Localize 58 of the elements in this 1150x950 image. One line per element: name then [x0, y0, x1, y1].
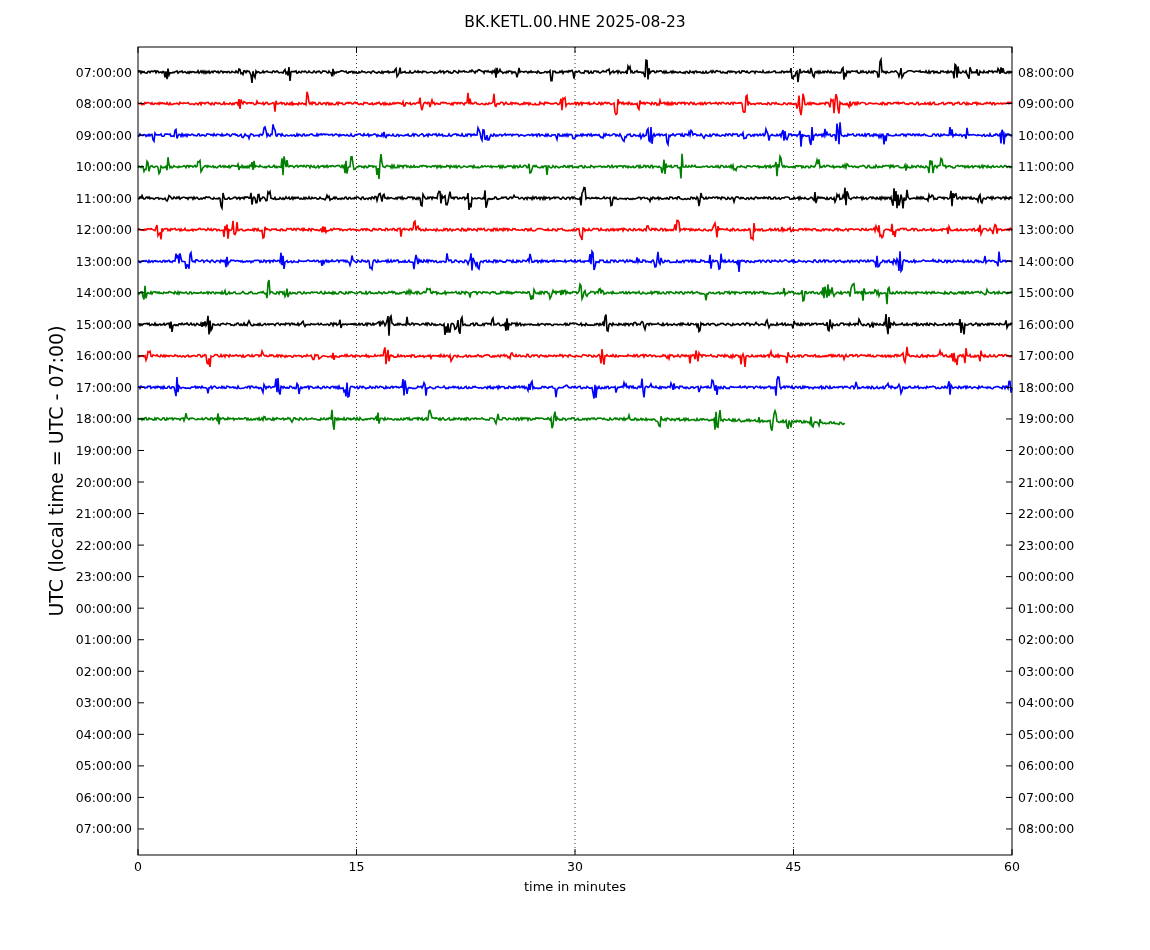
right-y-tick-label: 04:00:00: [1018, 695, 1075, 711]
right-y-tick-label: 12:00:00: [1018, 190, 1075, 206]
right-y-tick-label: 11:00:00: [1018, 159, 1075, 175]
y-tick-label: 10:00:00: [75, 159, 132, 175]
y-tick-label: 14:00:00: [75, 285, 132, 301]
x-axis-label: time in minutes: [523, 879, 627, 894]
y-tick-label: 11:00:00: [75, 190, 132, 206]
y-tick-label: 06:00:00: [75, 789, 132, 805]
x-tick-label: 15: [348, 859, 365, 874]
right-y-tick-label: 18:00:00: [1018, 379, 1075, 395]
right-y-tick-label: 05:00:00: [1018, 726, 1075, 742]
right-y-tick-label: 01:00:00: [1018, 600, 1075, 616]
y-tick-label: 22:00:00: [75, 537, 132, 553]
y-tick-label: 23:00:00: [75, 569, 132, 585]
x-tick-label: 0: [134, 859, 142, 874]
y-tick-label: 15:00:00: [75, 316, 132, 332]
y-tick-label: 04:00:00: [75, 726, 132, 742]
y-tick-label: 12:00:00: [75, 222, 132, 238]
y-tick-label: 09:00:00: [75, 127, 132, 143]
right-y-tick-label: 22:00:00: [1018, 506, 1075, 522]
y-tick-label: 18:00:00: [75, 411, 132, 427]
y-tick-label: 08:00:00: [75, 96, 132, 112]
y-tick-label: 21:00:00: [75, 506, 132, 522]
y-tick-label: 13:00:00: [75, 253, 132, 269]
x-tick-label: 60: [1004, 859, 1020, 874]
right-y-tick-label: 17:00:00: [1018, 348, 1075, 364]
right-y-tick-label: 21:00:00: [1018, 474, 1075, 490]
y-tick-label: 07:00:00: [75, 821, 132, 837]
right-y-tick-label: 07:00:00: [1018, 789, 1075, 805]
y-tick-label: 00:00:00: [75, 600, 132, 616]
y-tick-label: 01:00:00: [75, 632, 132, 648]
y-tick-label: 05:00:00: [75, 758, 132, 774]
right-y-tick-label: 20:00:00: [1018, 443, 1075, 458]
right-y-tick-label: 19:00:00: [1018, 411, 1075, 427]
right-y-tick-label: 00:00:00: [1018, 569, 1075, 585]
right-y-tick-label: 08:00:00: [1018, 821, 1075, 837]
right-y-tick-label: 06:00:00: [1018, 758, 1075, 774]
y-tick-label: 03:00:00: [75, 695, 132, 711]
right-y-tick-label: 13:00:00: [1018, 222, 1075, 238]
y-tick-label: 20:00:00: [75, 474, 132, 490]
right-y-tick-label: 16:00:00: [1018, 316, 1075, 332]
y-tick-label: 07:00:00: [75, 64, 132, 80]
right-y-tick-label: 02:00:00: [1018, 632, 1075, 648]
y-tick-label: 17:00:00: [75, 379, 132, 395]
y-tick-label: 16:00:00: [75, 348, 132, 364]
x-tick-label: 45: [785, 859, 802, 874]
right-y-tick-label: 03:00:00: [1018, 663, 1075, 679]
right-y-tick-label: 09:00:00: [1018, 96, 1075, 112]
right-y-tick-label: 08:00:00: [1018, 64, 1075, 80]
y-tick-label: 19:00:00: [75, 443, 132, 458]
right-y-tick-label: 23:00:00: [1018, 537, 1075, 553]
y-tick-label: 02:00:00: [75, 663, 132, 679]
x-tick-label: 30: [567, 859, 583, 874]
chart-title: BK.KETL.00.HNE 2025-08-23: [464, 13, 686, 31]
right-y-tick-label: 15:00:00: [1018, 285, 1075, 301]
right-y-tick-label: 14:00:00: [1018, 253, 1075, 269]
right-y-tick-label: 10:00:00: [1018, 127, 1075, 143]
y-axis-label: UTC (local time = UTC - 07:00): [45, 325, 67, 617]
